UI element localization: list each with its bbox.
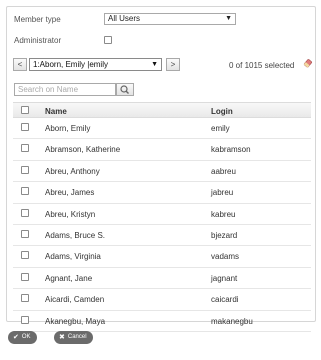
user-picker-panel: Member type All Users ▼ Administrator < … bbox=[6, 6, 316, 332]
ok-label: OK bbox=[21, 334, 31, 340]
previous-user-button[interactable]: < bbox=[13, 58, 27, 71]
row-name: Adams, Bruce S. bbox=[45, 230, 106, 240]
table-row[interactable]: Abreu, James jabreu bbox=[13, 182, 311, 204]
row-name: Aicardi, Camden bbox=[45, 295, 105, 305]
row-name: Agnant, Jane bbox=[45, 273, 93, 283]
cancel-label: Cancel bbox=[67, 334, 87, 340]
member-type-label: Member type bbox=[14, 15, 61, 24]
administrator-row: Administrator bbox=[14, 36, 102, 45]
row-checkbox[interactable] bbox=[21, 187, 29, 196]
row-checkbox[interactable] bbox=[21, 229, 29, 238]
login-column-header[interactable]: Login bbox=[211, 107, 233, 116]
row-name: Abramson, Katherine bbox=[45, 145, 121, 155]
x-icon: ✖ bbox=[59, 334, 65, 341]
member-type-row: Member type bbox=[14, 15, 102, 24]
current-user-select[interactable]: 1:Aborn, Emily |emily ▼ bbox=[29, 58, 162, 71]
row-checkbox[interactable] bbox=[21, 123, 29, 131]
chevron-down-icon: ▼ bbox=[151, 61, 158, 68]
table-row[interactable]: Aicardi, Camden caicardi bbox=[13, 289, 311, 311]
row-checkbox[interactable] bbox=[21, 144, 29, 153]
search-button[interactable] bbox=[116, 83, 134, 96]
next-user-button[interactable]: > bbox=[166, 58, 180, 71]
row-checkbox[interactable] bbox=[21, 272, 29, 281]
row-name: Abreu, Anthony bbox=[45, 166, 100, 176]
row-name: Abreu, James bbox=[45, 188, 95, 198]
table-row[interactable]: Aborn, Emily emily bbox=[13, 118, 311, 140]
table-row[interactable]: Agnant, Jane jagnant bbox=[13, 268, 311, 290]
row-login: bjezard bbox=[211, 230, 238, 240]
table-row[interactable]: Abramson, Katherine kabramson bbox=[13, 139, 311, 161]
row-login: aabreu bbox=[211, 166, 236, 176]
row-login: vadams bbox=[211, 252, 240, 262]
row-checkbox[interactable] bbox=[21, 294, 29, 303]
row-login: jabreu bbox=[211, 188, 234, 198]
table-row[interactable]: Akanegbu, Maya makanegbu bbox=[13, 311, 311, 332]
row-checkbox[interactable] bbox=[21, 165, 29, 174]
users-table: Name Login Aborn, Emily emily Abramson, … bbox=[13, 102, 311, 332]
row-login: caicardi bbox=[211, 295, 239, 305]
search-input[interactable]: Search on Name bbox=[14, 83, 116, 96]
magnifier-icon bbox=[120, 85, 129, 94]
row-login: makanegbu bbox=[211, 316, 253, 326]
row-login: kabreu bbox=[211, 209, 236, 219]
selected-count: 0 of 1015 selected bbox=[229, 61, 295, 70]
administrator-label: Administrator bbox=[14, 36, 62, 45]
ok-button[interactable]: ✔ OK bbox=[8, 331, 37, 344]
cancel-button[interactable]: ✖ Cancel bbox=[54, 331, 93, 344]
row-name: Abreu, Kristyn bbox=[45, 209, 96, 219]
table-row[interactable]: Abreu, Anthony aabreu bbox=[13, 161, 311, 183]
member-type-value: All Users bbox=[108, 14, 141, 23]
administrator-checkbox[interactable] bbox=[104, 36, 112, 44]
name-column-header[interactable]: Name bbox=[45, 107, 67, 116]
chevron-down-icon: ▼ bbox=[225, 15, 232, 22]
row-login: jagnant bbox=[211, 273, 238, 283]
eraser-icon[interactable] bbox=[303, 59, 313, 69]
row-name: Adams, Virginia bbox=[45, 252, 101, 262]
row-name: Akanegbu, Maya bbox=[45, 316, 106, 326]
row-checkbox[interactable] bbox=[21, 251, 29, 260]
current-user-value: 1:Aborn, Emily |emily bbox=[33, 60, 108, 69]
row-name: Aborn, Emily bbox=[45, 124, 91, 133]
table-row[interactable]: Adams, Bruce S. bjezard bbox=[13, 225, 311, 247]
check-icon: ✔ bbox=[13, 334, 19, 341]
table-header: Name Login bbox=[13, 102, 311, 118]
row-checkbox[interactable] bbox=[21, 315, 29, 324]
row-checkbox[interactable] bbox=[21, 208, 29, 217]
select-all-checkbox[interactable] bbox=[21, 106, 29, 114]
table-row[interactable]: Abreu, Kristyn kabreu bbox=[13, 204, 311, 225]
member-type-select[interactable]: All Users ▼ bbox=[104, 13, 236, 25]
table-row[interactable]: Adams, Virginia vadams bbox=[13, 246, 311, 268]
row-login: emily bbox=[211, 124, 230, 133]
row-login: kabramson bbox=[211, 145, 251, 155]
